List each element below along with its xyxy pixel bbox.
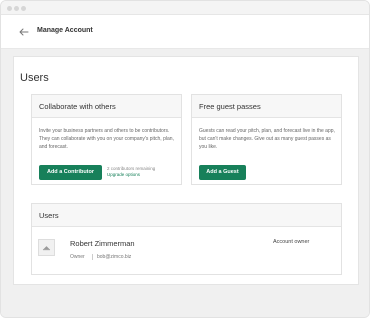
avatar: [38, 239, 55, 256]
app-window: Manage Account Users Collaborate with ot…: [0, 0, 370, 318]
user-name: Robert Zimmerman: [70, 239, 135, 248]
page-title: Users: [20, 72, 49, 84]
collaborate-title: Collaborate with others: [39, 102, 116, 111]
user-status: Account owner: [273, 239, 310, 245]
users-list-title: Users: [39, 211, 59, 220]
user-role: Owner: [70, 254, 85, 260]
window-dot: [21, 6, 26, 11]
window-dot: [7, 6, 12, 11]
card-header: Users: [32, 204, 341, 227]
add-guest-button[interactable]: Add a Guest: [199, 165, 246, 180]
guest-passes-title: Free guest passes: [199, 102, 261, 111]
window-dot: [14, 6, 19, 11]
divider: [92, 254, 93, 260]
guest-passes-description: Guests can read your pitch, plan, and fo…: [199, 128, 335, 150]
upgrade-options-link[interactable]: Upgrade options: [107, 172, 140, 177]
add-contributor-button[interactable]: Add a Contributor: [39, 165, 102, 180]
app-header: Manage Account: [1, 15, 369, 49]
window-chrome: [1, 1, 369, 15]
back-arrow-icon[interactable]: [18, 26, 30, 38]
user-placeholder-icon: [42, 246, 51, 251]
user-email: bob@zimco.biz: [97, 254, 132, 260]
card-header: Free guest passes: [192, 95, 341, 118]
page-header-title: Manage Account: [37, 27, 93, 34]
collaborate-description: Invite your business partners and others…: [39, 128, 174, 150]
contributors-remaining: 2 contributors remaining: [107, 166, 156, 171]
card-header: Collaborate with others: [32, 95, 181, 118]
